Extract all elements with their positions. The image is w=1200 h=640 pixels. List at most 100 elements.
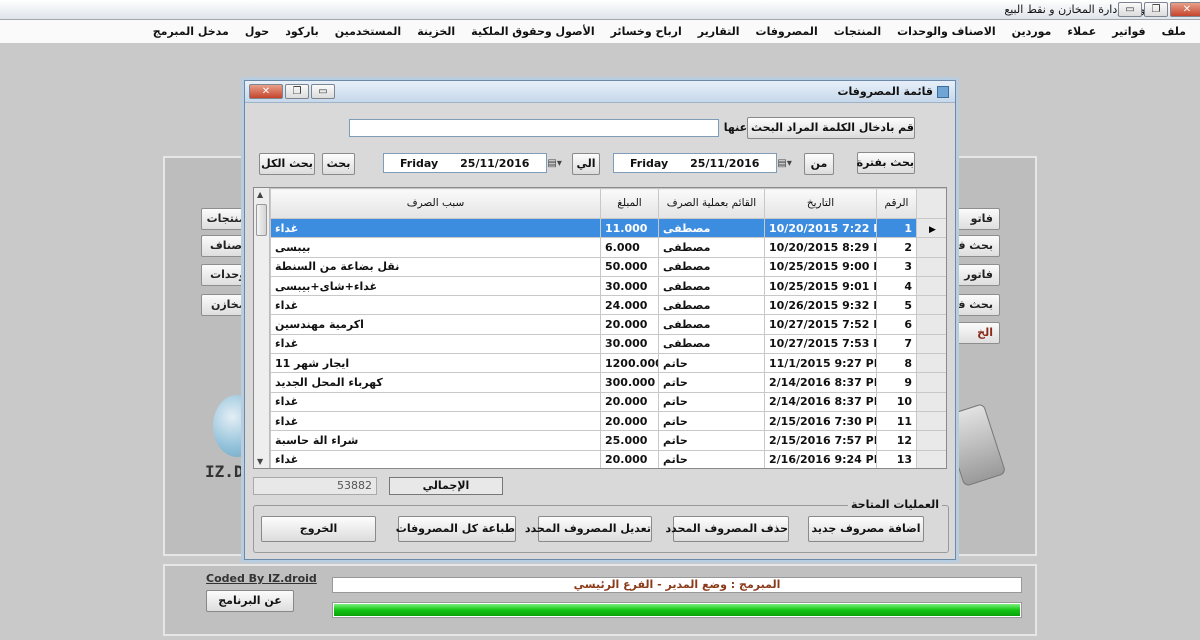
status-text: المبرمج : وضع المدير - الفرع الرئيسي	[332, 577, 1022, 593]
maximize-button[interactable]: ❐	[1144, 2, 1168, 17]
row-header[interactable]	[916, 275, 946, 297]
cell-spender: مصطفى	[658, 314, 765, 335]
column-header-amount[interactable]: المبلغ	[600, 188, 659, 219]
table-row[interactable]: 11 2/15/2016 7:30 PM حاتم 20.000 غداء	[270, 410, 946, 432]
table-row[interactable]: 8 11/1/2015 9:27 PM حاتم 1200.000 ايجار شهر …	[270, 353, 946, 374]
row-header[interactable]: ▶	[916, 217, 946, 239]
row-header[interactable]	[916, 237, 946, 258]
bg-button-invoice-2[interactable]: فاتور	[950, 264, 1000, 286]
cell-id: 4	[876, 275, 917, 297]
row-header[interactable]	[916, 295, 946, 316]
menu-reports[interactable]: التقارير	[690, 25, 748, 38]
cell-id: 9	[876, 372, 917, 393]
menu-products[interactable]: المنتجات	[826, 25, 889, 38]
cell-date: 10/20/2015 7:22 PM	[764, 217, 877, 239]
table-row[interactable]: 310/25/2015 9:00 PMمصطفى50.000نقل بضاعة …	[270, 256, 946, 277]
menu-expenses[interactable]: المصروفات	[748, 25, 826, 38]
bg-button-treasury[interactable]: الخ	[950, 322, 1000, 344]
row-header[interactable]	[916, 333, 946, 355]
table-row[interactable]: 9 2/14/2016 8:37 PM حاتم 300.000 كهرباء المح…	[270, 372, 946, 393]
cell-spender: حاتم	[658, 430, 765, 451]
menu-profit-loss[interactable]: ارباح وخسائر	[603, 25, 690, 38]
column-header-reason[interactable]: سبب الصرف	[270, 188, 601, 219]
table-row[interactable]: 510/26/2015 9:32 PMمصطفى24.000غداء	[270, 295, 946, 316]
table-row[interactable]: 10 2/14/2016 8:37 PM حاتم 20.000 غداء	[270, 391, 946, 412]
row-header[interactable]	[916, 372, 946, 393]
scroll-down-icon[interactable]: ▼	[257, 457, 263, 466]
about-button[interactable]: عن البرنامج	[206, 590, 294, 612]
menu-programmer-entry[interactable]: مدخل المبرمج	[145, 25, 237, 38]
table-row[interactable]: 13 2/16/2016 9:24 PM حاتم 20.000 غداء	[270, 449, 946, 468]
window-controls: ▭ ❐ ✕	[1118, 2, 1200, 17]
cell-spender: مصطفى	[658, 333, 765, 355]
dialog-maximize-button[interactable]: ❐	[285, 84, 309, 99]
menu-invoices[interactable]: فواتير	[1104, 25, 1153, 38]
row-header[interactable]	[916, 410, 946, 432]
menu-customers[interactable]: عملاء	[1059, 25, 1104, 38]
cell-reason: اكرمية مهندسين	[270, 314, 601, 335]
cell-reason: غداء	[270, 217, 601, 239]
table-row[interactable]: 710/27/2015 7:53 PMمصطفى30.000غداء	[270, 333, 946, 355]
table-row[interactable]: 610/27/2015 7:52 PMمصطفى20.000اكرمية مهن…	[270, 314, 946, 335]
search-all-button[interactable]: بحث الكل	[259, 153, 315, 175]
bg-button-invoice[interactable]: فاتو	[950, 208, 1000, 230]
coded-by-link[interactable]: Coded By IZ.droid	[206, 572, 317, 585]
search-keyword-button[interactable]: قم بادخال الكلمة المراد البحث عنها	[724, 117, 915, 139]
cell-spender: مصطفى	[658, 275, 765, 297]
row-header[interactable]	[916, 430, 946, 451]
menu-categories-units[interactable]: الاصناف والوحدات	[889, 25, 1004, 38]
dialog-minimize-button[interactable]: ▭	[311, 84, 335, 99]
cell-reason: نقل بضاعة من السنطة	[270, 256, 601, 277]
search-button[interactable]: بحث	[322, 153, 355, 175]
cell-amount: 20.000	[600, 391, 659, 412]
cell-id: 12	[876, 430, 917, 451]
scroll-up-icon[interactable]: ▲	[257, 190, 263, 199]
minimize-button[interactable]: ▭	[1118, 2, 1142, 17]
cell-date: 10/25/2015 9:00 PM	[764, 256, 877, 277]
table-row[interactable]: 210/20/2015 8:29 PMمصطفى6.000بيبسى	[270, 237, 946, 258]
table-row[interactable]: 410/25/2015 9:01 PMمصطفى30.000غداء+شاى+ب…	[270, 275, 946, 297]
period-search-button[interactable]: بحث بفترة	[857, 152, 915, 174]
menu-treasury[interactable]: الخزينة	[409, 25, 463, 38]
to-date-picker[interactable]: Friday 25/11/2016 ▤▾	[383, 153, 562, 173]
menu-suppliers[interactable]: موردين	[1004, 25, 1060, 38]
cell-date: 2/14/2016 8:37 PM	[764, 372, 877, 393]
table-row[interactable]: 12 2/15/2016 7:57 PM حاتم 25.000 شراء الة حا…	[270, 430, 946, 451]
bg-button-search-invoice-2[interactable]: بحث فا	[950, 294, 1000, 316]
menu-file[interactable]: ملف	[1154, 25, 1194, 38]
cell-amount: 24.000	[600, 295, 659, 316]
row-header[interactable]	[916, 449, 946, 468]
cell-amount: 300.000	[600, 372, 659, 393]
cell-amount: 30.000	[600, 275, 659, 297]
cell-date: 2/16/2016 9:24 PM	[764, 449, 877, 468]
vertical-scrollbar[interactable]: ▲ ▼	[254, 188, 270, 468]
delete-expense-button[interactable]: حذف المصروف المحدد	[666, 516, 789, 542]
row-header[interactable]	[916, 256, 946, 277]
table-row[interactable]: ▶ 110/20/2015 7:22 PMمصطفى11.000غداء	[270, 217, 946, 239]
column-header-date[interactable]: التاريخ	[764, 188, 877, 219]
bg-button-search-invoice[interactable]: بحث ف	[950, 235, 1000, 257]
column-header-spender[interactable]: القائم بعملية الصرف	[658, 188, 765, 219]
column-header-id[interactable]: الرقم	[876, 188, 917, 219]
menu-users[interactable]: المستخدمين	[327, 25, 409, 38]
dialog-icon	[937, 85, 949, 98]
menu-assets-equity[interactable]: الأصول وحقوق الملكية	[463, 25, 602, 38]
row-header[interactable]	[916, 391, 946, 412]
scroll-thumb[interactable]	[256, 204, 267, 236]
row-header[interactable]	[916, 353, 946, 374]
dialog-close-button[interactable]: ✕	[249, 84, 283, 99]
exit-button[interactable]: الخروج	[261, 516, 376, 542]
print-all-button[interactable]: طباعة كل المصروفات	[396, 516, 516, 542]
close-button[interactable]: ✕	[1170, 2, 1200, 17]
search-input[interactable]	[349, 119, 719, 137]
menu-about[interactable]: حول	[237, 25, 277, 38]
calendar-dropdown-icon[interactable]: ▤▾	[777, 158, 791, 169]
row-header[interactable]	[916, 314, 946, 335]
add-expense-button[interactable]: اضافة مصروف جديد	[808, 516, 924, 542]
menu-barcode[interactable]: باركود	[277, 25, 327, 38]
from-date-picker[interactable]: Friday 25/11/2016 ▤▾	[613, 153, 792, 173]
calendar-dropdown-icon[interactable]: ▤▾	[547, 158, 561, 169]
cell-date: 2/15/2016 7:30 PM	[764, 410, 877, 432]
cell-date: 2/15/2016 7:57 PM	[764, 430, 877, 451]
edit-expense-button[interactable]: تعديل المصروف المحدد	[525, 516, 652, 542]
